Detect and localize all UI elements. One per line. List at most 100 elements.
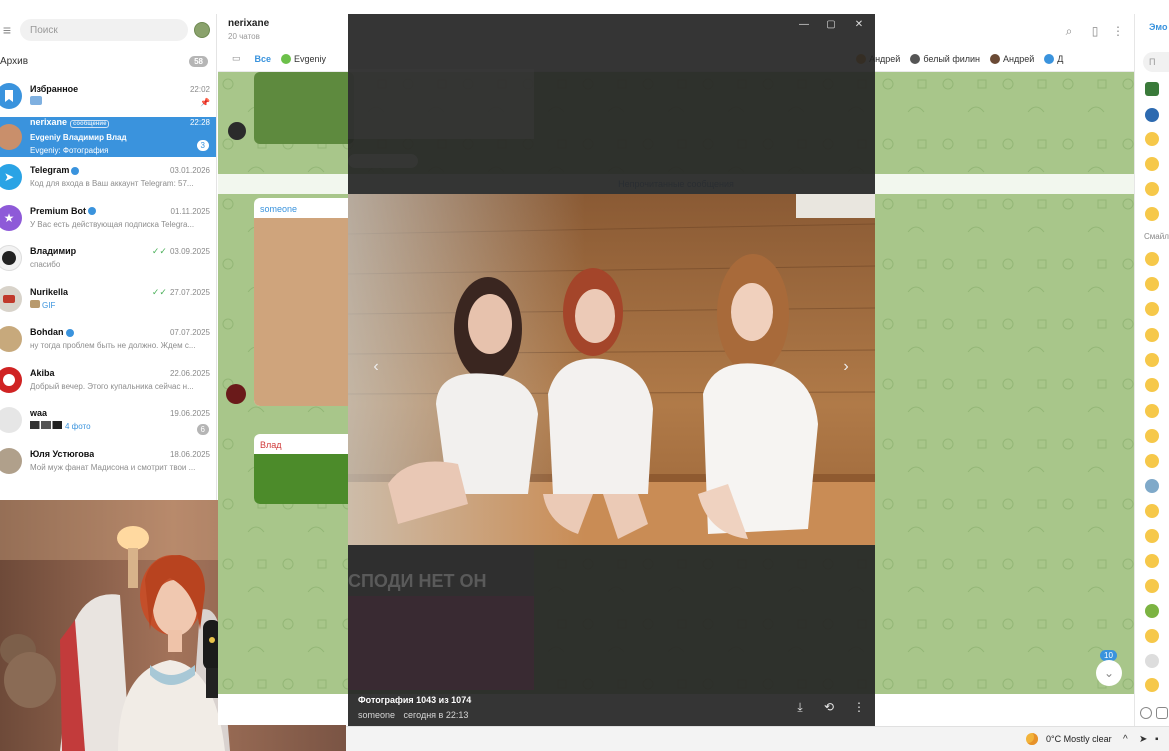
sender-avatar[interactable]: [226, 384, 246, 404]
maximize-icon[interactable]: ▢: [818, 16, 844, 34]
tab-white-owl[interactable]: белый филин: [910, 53, 981, 64]
topic-icon: [910, 53, 921, 64]
emoji-icon[interactable]: [1145, 479, 1159, 493]
emoji-icon[interactable]: [1145, 404, 1159, 418]
emoji-icon[interactable]: [1145, 328, 1159, 342]
emoji-icon[interactable]: [1145, 529, 1159, 543]
minimize-icon[interactable]: —: [791, 16, 817, 34]
tab-all[interactable]: Все: [255, 54, 272, 64]
emoji-icon[interactable]: [1145, 604, 1159, 618]
message-bubble-someone[interactable]: someone: [254, 198, 354, 406]
viewer-photo[interactable]: [348, 194, 875, 545]
emoji-icon[interactable]: [1145, 678, 1159, 692]
emoji-icon[interactable]: [1145, 429, 1159, 443]
chat-preview: У Вас есть действующая подписка Telegra.…: [30, 219, 195, 229]
emoji-icon[interactable]: [1145, 353, 1159, 367]
skull-emoji-icon[interactable]: [1145, 654, 1159, 668]
profile-avatar[interactable]: [194, 22, 210, 38]
tab-d[interactable]: Д: [1044, 53, 1063, 64]
chat-avatar: [0, 123, 22, 150]
emoji-icon[interactable]: [1145, 579, 1159, 593]
tab-emoji[interactable]: Эмо: [1149, 22, 1167, 32]
emoji-icon[interactable]: [1145, 207, 1159, 221]
sender-avatar[interactable]: [228, 122, 246, 140]
search-input[interactable]: Поиск: [20, 19, 188, 41]
topic-icon: [1044, 53, 1055, 64]
chat-item-vladimir[interactable]: Владимир ✓✓ 03.09.2025 спасибо: [0, 238, 216, 279]
sidebar-toggle-icon[interactable]: ▯: [1088, 24, 1102, 38]
chat-time: 03.09.2025: [169, 247, 210, 257]
thumbs-up-icon[interactable]: [1145, 132, 1159, 146]
chat-item-telegram[interactable]: ➤ Telegram 03.01.2026 Код для входа в Ваш…: [0, 157, 216, 198]
photo-author[interactable]: someone: [358, 710, 395, 720]
message-sender: someone: [260, 204, 298, 214]
tab-evgeniy[interactable]: Evgeniy: [281, 53, 326, 64]
emoji-icon[interactable]: [1145, 108, 1159, 122]
download-icon[interactable]: ⤓: [792, 700, 808, 716]
sticker-tab-icon[interactable]: [1156, 707, 1168, 719]
search-icon[interactable]: ⌕: [1062, 24, 1076, 38]
more-icon[interactable]: ⋮: [1111, 24, 1125, 38]
tab-label: белый филин: [923, 53, 981, 64]
taskbar: 0°C Mostly clear ^ ➤ ▪: [346, 726, 1169, 751]
chat-preview: 4 фото: [65, 422, 91, 432]
chat-preview: Добрый вечер. Этого купальника сейчас н.…: [30, 381, 194, 391]
sticker-icon[interactable]: [1145, 82, 1159, 96]
chat-item-bohdan[interactable]: Bohdan 07.07.2025 ну тогда проблем быть н…: [0, 319, 216, 360]
chat-time: 22.06.2025: [169, 368, 210, 378]
cowboy-emoji-icon[interactable]: [1145, 629, 1159, 643]
next-photo-icon[interactable]: ›: [838, 358, 854, 376]
message-photo[interactable]: [254, 218, 354, 406]
chat-item-waa[interactable]: waa 19.06.2025 4 фото 6: [0, 400, 216, 441]
verified-icon: [88, 207, 97, 216]
message-photo-grass[interactable]: [254, 72, 354, 144]
telegram-tray-icon[interactable]: ➤: [1139, 734, 1147, 745]
search-placeholder: Поиск: [30, 24, 58, 36]
tray-app-icon[interactable]: ▪: [1155, 734, 1159, 745]
panel-toggle-icon[interactable]: ▭: [232, 53, 241, 64]
previous-photo-icon[interactable]: ‹: [368, 358, 384, 376]
close-icon[interactable]: ✕: [846, 16, 872, 34]
chat-avatar: [0, 285, 22, 312]
rotate-icon[interactable]: ⟲: [821, 700, 837, 716]
chat-avatar: [0, 407, 22, 434]
emoji-icon[interactable]: [1145, 277, 1159, 291]
chat-item-premium-bot[interactable]: ★ Premium Bot 01.11.2025 У Вас есть дейст…: [0, 198, 216, 239]
topic-icon: [281, 53, 292, 64]
emoji-icon[interactable]: [1145, 504, 1159, 518]
photo-meta: someone сегодня в 22:13: [358, 710, 468, 720]
chat-item-favorites[interactable]: Избранное 22:02 📌: [0, 76, 216, 117]
chat-item-nurikella[interactable]: Nurikella ✓✓ 27.07.2025 GIF: [0, 279, 216, 320]
emoji-icon[interactable]: [1145, 554, 1159, 568]
menu-icon[interactable]: ≡: [0, 14, 14, 46]
emoji-icon[interactable]: [1145, 182, 1159, 196]
emoji-icon[interactable]: [1145, 378, 1159, 392]
media-viewer: СПОДИ НЕТ ОН — ▢ ✕ ‹ › Фотография 1043 и…: [348, 14, 875, 726]
window-top-strip: [0, 0, 1169, 14]
emoji-icon[interactable]: [1145, 302, 1159, 316]
telegram-icon: ➤: [0, 164, 22, 191]
chevron-up-icon[interactable]: ^: [1123, 734, 1128, 745]
emoji-search-input[interactable]: П: [1143, 52, 1169, 72]
recent-clock-icon[interactable]: [1140, 707, 1152, 719]
emoji-icon[interactable]: [1145, 252, 1159, 266]
message-bubble-vlad[interactable]: Влад: [254, 434, 354, 504]
chat-name: Bohdan: [30, 327, 64, 338]
chat-avatar: [0, 447, 22, 474]
scroll-down-button[interactable]: ⌄: [1096, 660, 1122, 686]
emoji-icon[interactable]: [1145, 454, 1159, 468]
message-photo[interactable]: [254, 454, 354, 504]
more-icon[interactable]: ⋮: [851, 700, 867, 716]
chat-item-nerixane[interactable]: nerixane сообщение 22:28 Evgeniy Владимир …: [0, 116, 216, 157]
chat-title[interactable]: nerixane: [228, 18, 269, 29]
archive-row[interactable]: Архив 58: [0, 46, 216, 76]
emoji-icon[interactable]: [1145, 157, 1159, 171]
tab-andrey-2[interactable]: Андрей: [990, 53, 1034, 64]
chat-item-yulia[interactable]: Юля Устюгова 18.06.2025 Мой муж фанат Мад…: [0, 441, 216, 482]
weather-widget[interactable]: 0°C Mostly clear: [1026, 733, 1112, 745]
chat-time: 19.06.2025: [169, 409, 210, 419]
chat-item-akiba[interactable]: Akiba 22.06.2025 Добрый вечер. Этого купа…: [0, 360, 216, 401]
chat-avatar: [0, 326, 22, 353]
chat-time: 27.07.2025: [169, 287, 210, 297]
chat-preview: спасибо: [30, 260, 61, 270]
